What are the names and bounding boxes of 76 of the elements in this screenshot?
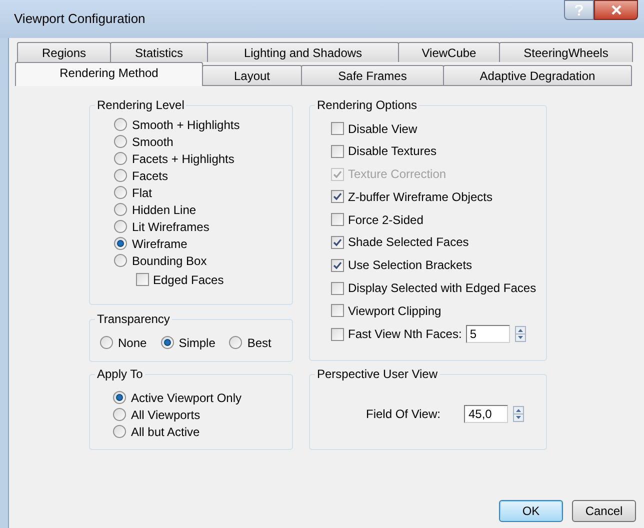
radio-label: All Viewports — [131, 406, 200, 424]
radio-label: Simple — [178, 334, 216, 352]
radio-label: All but Active — [131, 424, 200, 440]
radio-button[interactable] — [113, 391, 126, 404]
checkbox-label: Display Selected with Edged Faces — [348, 280, 536, 298]
radio-button[interactable] — [114, 237, 127, 250]
checkbox[interactable] — [331, 282, 344, 295]
checkbox-label: Shade Selected Faces — [348, 234, 469, 252]
group-title: Apply To — [95, 366, 145, 382]
radio-label: Lit Wireframes — [132, 218, 210, 236]
radio-button[interactable] — [114, 254, 127, 267]
help-icon — [575, 4, 583, 16]
tab[interactable]: Statistics — [110, 42, 208, 62]
cancel-button[interactable]: Cancel — [572, 500, 636, 522]
checkbox[interactable] — [331, 258, 344, 272]
checkbox-label: Viewport Clipping — [348, 302, 442, 320]
radio-button[interactable] — [114, 152, 127, 165]
help-button[interactable] — [564, 0, 594, 20]
field-label: Field Of View: — [366, 406, 440, 423]
tab[interactable]: Safe Frames — [301, 65, 444, 86]
ok-button[interactable]: OK — [499, 500, 563, 522]
checkbox-label: Force 2-Sided — [348, 212, 424, 229]
checkbox[interactable] — [136, 273, 149, 286]
checkbox-label: Texture Correction — [348, 166, 446, 184]
radio-button[interactable] — [114, 220, 127, 233]
radio-label: Facets + Highlights — [132, 150, 234, 168]
checkbox[interactable] — [331, 190, 344, 204]
radio-label: Smooth + Highlights — [132, 116, 240, 134]
checkbox-label: Disable View — [348, 120, 418, 138]
radio-button[interactable] — [160, 336, 174, 349]
radio-label: Facets — [132, 168, 168, 184]
radio-button[interactable] — [114, 118, 127, 131]
close-button[interactable] — [594, 0, 638, 20]
number-field[interactable]: 45,0 — [464, 405, 508, 423]
group-title: Rendering Options — [315, 97, 420, 113]
radio-button[interactable] — [114, 203, 127, 216]
radio-label: None — [118, 334, 147, 352]
tab[interactable]: Regions — [17, 42, 111, 62]
number-field[interactable]: 5 — [466, 325, 510, 344]
radio-label: Wireframe — [132, 236, 188, 252]
radio-label: Hidden Line — [132, 202, 196, 218]
checkbox[interactable] — [331, 304, 344, 318]
group-title: Rendering Level — [95, 97, 186, 113]
spinner-arrows-icon[interactable] — [513, 406, 524, 422]
checkbox[interactable] — [331, 213, 344, 226]
group-title: Perspective User View — [315, 366, 440, 382]
radio-button[interactable] — [114, 135, 127, 148]
checkbox[interactable] — [331, 236, 344, 249]
checkbox[interactable] — [331, 144, 344, 158]
radio-label: Flat — [132, 184, 152, 202]
radio-button[interactable] — [113, 408, 126, 421]
close-icon — [610, 5, 622, 15]
radio-button[interactable] — [100, 336, 113, 349]
window-title: Viewport Configuration — [14, 10, 146, 28]
radio-label: Active Viewport Only — [131, 390, 242, 406]
radio-button[interactable] — [114, 186, 127, 199]
tab[interactable]: ViewCube — [398, 42, 500, 62]
checkbox-label: Z-buffer Wireframe Objects — [348, 188, 492, 206]
radio-label: Smooth — [132, 134, 174, 150]
radio-label: Bounding Box — [132, 252, 207, 270]
tab[interactable]: SteeringWheels — [499, 42, 633, 62]
radio-label: Best — [247, 334, 272, 352]
checkbox[interactable] — [331, 122, 344, 135]
radio-button[interactable] — [113, 425, 126, 438]
checkbox-label: Use Selection Brackets — [348, 257, 472, 274]
checkbox[interactable] — [331, 328, 344, 341]
radio-button[interactable] — [114, 169, 127, 182]
tab[interactable]: Lighting and Shadows — [207, 42, 399, 62]
spinner-arrows-icon[interactable] — [514, 326, 526, 342]
checkbox-label: Disable Textures — [348, 143, 436, 160]
radio-button[interactable] — [229, 336, 242, 349]
tab[interactable]: Adaptive Degradation — [443, 65, 632, 86]
tab[interactable]: Layout — [202, 65, 302, 86]
checkbox-label: Fast View Nth Faces: — [348, 326, 462, 344]
checkbox-label: Edged Faces — [153, 272, 224, 288]
tab[interactable]: Rendering Method — [15, 62, 203, 86]
